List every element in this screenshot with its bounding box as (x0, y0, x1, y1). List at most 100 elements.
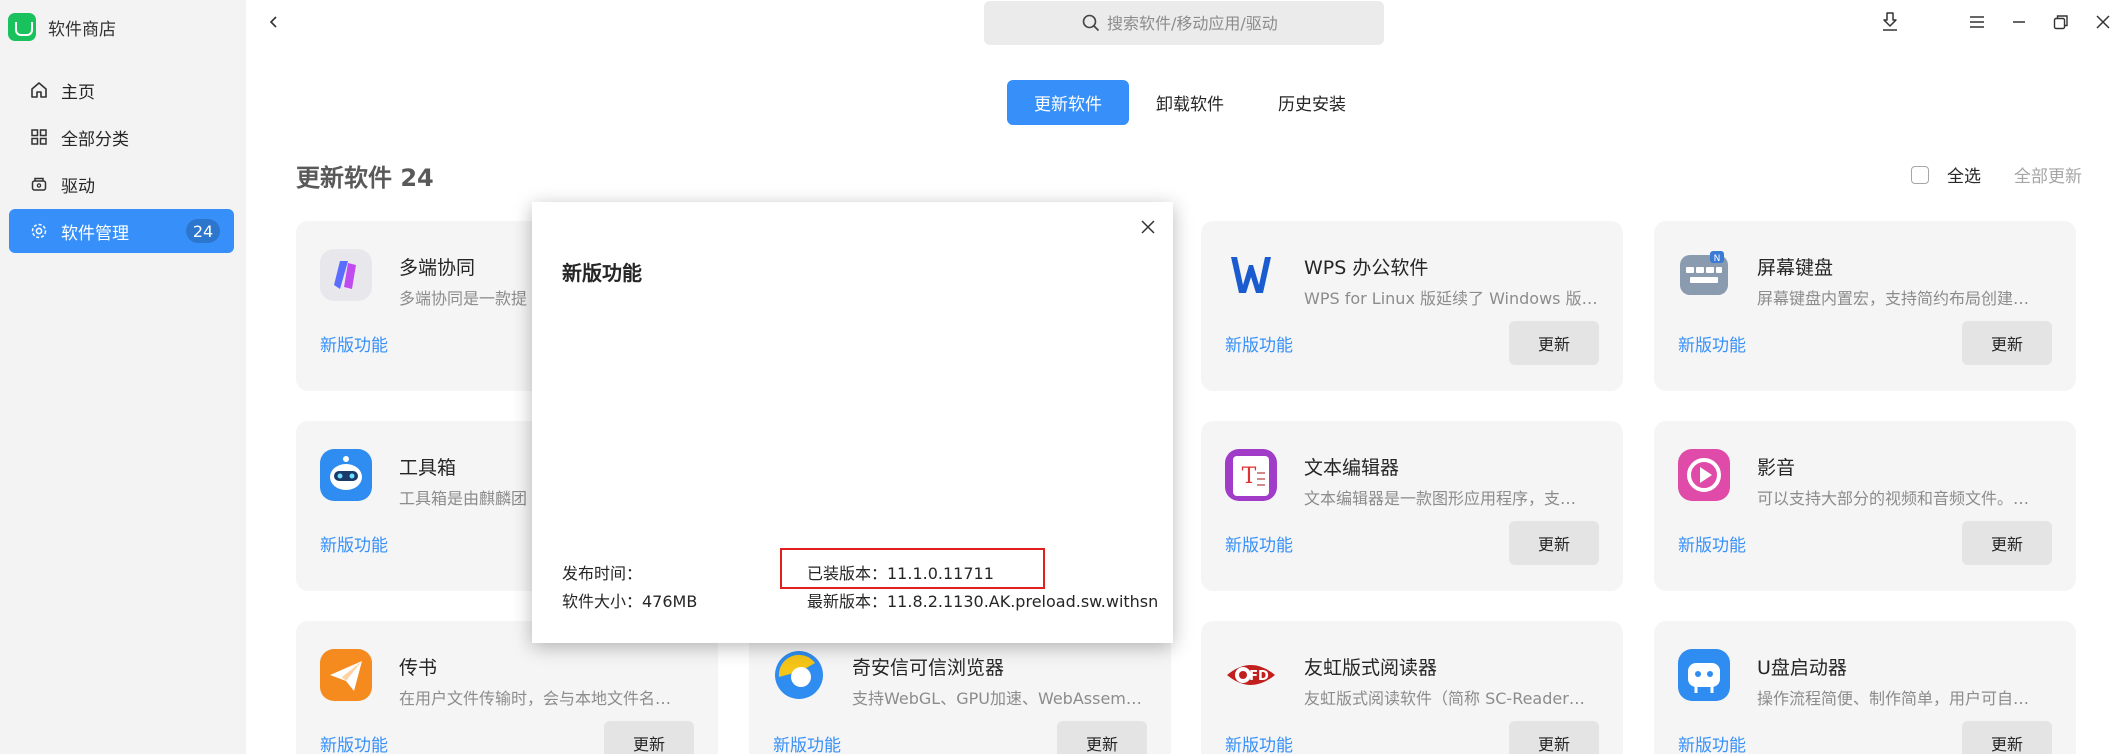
installed-version-highlight (780, 548, 1045, 589)
new-features-link[interactable]: 新版功能 (1225, 531, 1293, 556)
app-description: 文本编辑器是一款图形应用程序，支… (1304, 489, 1577, 508)
app-name: 屏幕键盘 (1757, 257, 1834, 279)
download-button[interactable] (1878, 10, 1902, 34)
update-button[interactable]: 更新 (604, 721, 694, 754)
grid-icon (29, 127, 49, 147)
ofd-reader-app-icon: FD (1223, 647, 1279, 703)
restore-button[interactable] (2049, 10, 2073, 34)
update-all-button[interactable]: 全部更新 (2014, 162, 2082, 187)
update-button[interactable]: 更新 (1509, 321, 1599, 365)
update-button[interactable]: 更新 (1962, 521, 2052, 565)
update-button[interactable]: 更新 (1962, 721, 2052, 754)
tab-bar: 更新软件 卸载软件 历史安装 (1007, 80, 1373, 125)
svg-text:N: N (1714, 254, 1721, 264)
app-name: WPS 办公软件 (1304, 257, 1429, 279)
app-card-media-player[interactable]: 影音 可以支持大部分的视频和音频文件。… 新版功能 更新 (1654, 421, 2076, 591)
tab-update-software[interactable]: 更新软件 (1007, 80, 1129, 125)
app-description: 支持WebGL、GPU加速、WebAssem… (852, 689, 1142, 708)
software-size: 软件大小：476MB (562, 592, 698, 611)
select-all-toggle[interactable]: 全选 (1911, 162, 1981, 187)
tab-uninstall-software[interactable]: 卸载软件 (1129, 80, 1251, 125)
minimize-icon (2013, 21, 2025, 23)
app-title: 软件商店 (8, 12, 116, 42)
menu-icon (1970, 16, 1984, 28)
app-card-text-editor[interactable]: T 文本编辑器 文本编辑器是一款图形应用程序，支… 新版功能 更新 (1201, 421, 1623, 591)
app-description: 操作流程简便、制作简单，用户可自… (1757, 689, 2030, 708)
app-card-wps[interactable]: WPS 办公软件 WPS for Linux 版延续了 Windows 版… 新… (1201, 221, 1623, 391)
browser-app-icon (771, 647, 827, 703)
app-name: 传书 (399, 657, 438, 679)
release-time: 发布时间： (562, 564, 643, 583)
sidebar-item-label: 软件管理 (61, 223, 129, 244)
file-transfer-app-icon (318, 647, 374, 703)
sidebar-item-label: 主页 (61, 82, 95, 103)
update-button[interactable]: 更新 (1057, 721, 1147, 754)
back-button[interactable] (262, 10, 286, 34)
sidebar-item-drivers[interactable]: 驱动 (9, 162, 234, 206)
new-features-link[interactable]: 新版功能 (320, 731, 388, 754)
select-all-label: 全选 (1947, 167, 1981, 187)
sidebar-item-software-management[interactable]: 软件管理 24 (9, 209, 234, 253)
search-icon (1081, 13, 1101, 33)
app-card-usb-boot[interactable]: U盘启动器 操作流程简便、制作简单，用户可自… 新版功能 更新 (1654, 621, 2076, 754)
update-button[interactable]: 更新 (1509, 521, 1599, 565)
app-description: 可以支持大部分的视频和音频文件。… (1757, 489, 2030, 508)
close-icon (2096, 15, 2110, 29)
new-features-link[interactable]: 新版功能 (773, 731, 841, 754)
close-window-button[interactable] (2091, 10, 2115, 34)
new-features-link[interactable]: 新版功能 (1678, 531, 1746, 556)
app-description: 工具箱是由麒麟团 (399, 489, 528, 508)
app-card-ofd-reader[interactable]: FD 友虹版式阅读器 友虹版式阅读软件（简称 SC-Reader… 新版功能 更… (1201, 621, 1623, 754)
minimize-button[interactable] (2007, 10, 2031, 34)
app-name: 奇安信可信浏览器 (852, 657, 1005, 679)
new-features-link[interactable]: 新版功能 (1225, 331, 1293, 356)
keyboard-app-icon: N (1676, 247, 1732, 303)
sidebar-item-categories[interactable]: 全部分类 (9, 115, 234, 159)
section-title: 更新软件 24 (296, 164, 434, 192)
app-description: 友虹版式阅读软件（简称 SC-Reader… (1304, 689, 1585, 708)
driver-icon (29, 174, 49, 194)
app-name: 文本编辑器 (1304, 457, 1400, 479)
app-name: 多端协同 (399, 257, 476, 279)
new-features-link[interactable]: 新版功能 (1678, 731, 1746, 754)
new-features-link[interactable]: 新版功能 (320, 331, 388, 356)
home-icon (29, 80, 49, 100)
app-description: 屏幕键盘内置宏，支持简约布局创建… (1757, 289, 2030, 308)
multi-device-app-icon (318, 247, 374, 303)
dialog-close-button[interactable] (1137, 216, 1159, 238)
new-features-link[interactable]: 新版功能 (1225, 731, 1293, 754)
svg-text:FD: FD (1249, 669, 1269, 684)
new-features-link[interactable]: 新版功能 (1678, 331, 1746, 356)
tab-install-history[interactable]: 历史安装 (1251, 80, 1373, 125)
usb-boot-app-icon (1676, 647, 1732, 703)
search-bar[interactable] (984, 1, 1384, 45)
media-player-app-icon (1676, 447, 1732, 503)
app-name: 软件商店 (48, 19, 116, 40)
restore-icon (2053, 15, 2068, 30)
text-editor-app-icon: T (1223, 447, 1279, 503)
wps-app-icon (1223, 247, 1279, 303)
app-card-screen-keyboard[interactable]: N 屏幕键盘 屏幕键盘内置宏，支持简约布局创建… 新版功能 更新 (1654, 221, 2076, 391)
app-name: 工具箱 (399, 457, 457, 479)
app-description: 多端协同是一款提 (399, 289, 528, 308)
sidebar-nav: 主页 全部分类 驱动 软件管理 24 (9, 68, 234, 256)
new-features-link[interactable]: 新版功能 (320, 531, 388, 556)
sidebar: 软件商店 主页 全部分类 驱动 软件管理 24 (0, 0, 246, 754)
search-input[interactable] (1107, 13, 1287, 33)
select-all-checkbox[interactable] (1911, 165, 1929, 184)
app-description: WPS for Linux 版延续了 Windows 版… (1304, 289, 1598, 308)
app-name: U盘启动器 (1757, 657, 1847, 679)
gear-icon (29, 221, 49, 241)
menu-button[interactable] (1965, 10, 1989, 34)
update-button[interactable]: 更新 (1509, 721, 1599, 754)
update-button[interactable]: 更新 (1962, 321, 2052, 365)
sidebar-item-home[interactable]: 主页 (9, 68, 234, 112)
app-name: 友虹版式阅读器 (1304, 657, 1438, 679)
store-logo-icon (8, 13, 36, 41)
toolbox-app-icon (318, 447, 374, 503)
svg-text:T: T (1242, 464, 1257, 489)
app-name: 影音 (1757, 457, 1796, 479)
chevron-left-icon (269, 16, 277, 28)
dialog-title: 新版功能 (562, 261, 642, 285)
download-icon (1883, 12, 1897, 31)
